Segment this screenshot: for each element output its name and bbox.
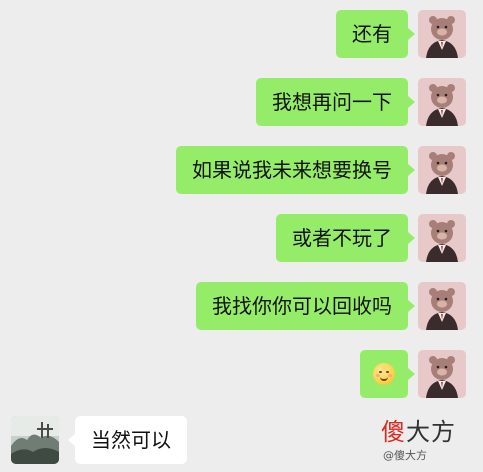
watermark-title: 傻大方 (381, 418, 469, 446)
landscape-photo-avatar-icon (11, 416, 59, 464)
smiling-blush-emoji-icon (373, 363, 395, 385)
message-row: 或者不玩了 (0, 214, 483, 264)
message-row: 我想再问一下 (0, 78, 483, 128)
bear-avatar-icon (418, 78, 466, 126)
my-avatar[interactable] (418, 282, 466, 330)
bear-avatar-icon (418, 10, 466, 58)
outgoing-message-bubble[interactable]: 我找你你可以回收吗 (196, 282, 415, 330)
message-row: 如果说我未来想要换号 (0, 146, 483, 196)
outgoing-emoji-bubble[interactable] (360, 350, 415, 398)
incoming-message-bubble[interactable]: 当然可以 (68, 416, 187, 464)
outgoing-message-bubble[interactable]: 如果说我未来想要换号 (176, 146, 415, 194)
my-avatar[interactable] (418, 214, 466, 262)
bear-avatar-icon (418, 282, 466, 330)
watermark-logo: 傻大方 @傻大方 (381, 418, 469, 468)
bear-avatar-icon (418, 214, 466, 262)
bear-avatar-icon (418, 350, 466, 398)
my-avatar[interactable] (418, 78, 466, 126)
chat-area: 还有 我想再问一下 如果说我未来想要换号 或者不玩了 我找你你可以回收吗 当然可… (0, 0, 483, 472)
my-avatar[interactable] (418, 146, 466, 194)
peer-avatar[interactable] (11, 416, 59, 464)
watermark-char-rest: 大方 (406, 418, 456, 446)
my-avatar[interactable] (418, 10, 466, 58)
outgoing-message-bubble[interactable]: 或者不玩了 (276, 214, 415, 262)
watermark-handle: @傻大方 (383, 449, 427, 462)
message-row: 还有 (0, 10, 483, 60)
watermark-char-accent: 傻 (381, 418, 406, 446)
message-row (0, 350, 483, 400)
outgoing-message-bubble[interactable]: 我想再问一下 (256, 78, 415, 126)
my-avatar[interactable] (418, 350, 466, 398)
outgoing-message-bubble[interactable]: 还有 (336, 10, 415, 58)
message-row: 我找你你可以回收吗 (0, 282, 483, 332)
bear-avatar-icon (418, 146, 466, 194)
